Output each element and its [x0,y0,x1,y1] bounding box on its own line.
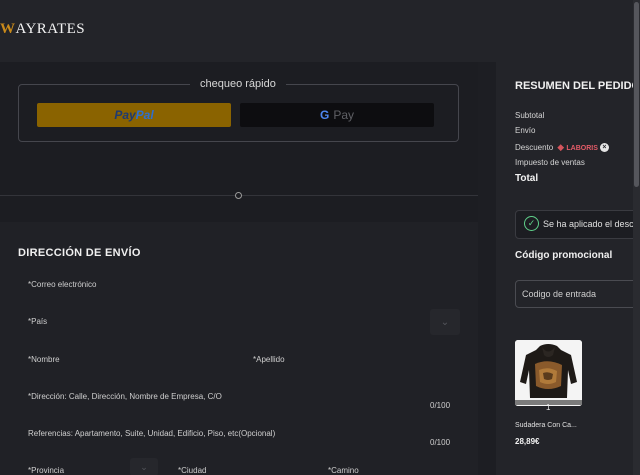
address-field[interactable]: *Dirección: Calle, Dirección, Nombre de … [28,392,222,401]
road-select[interactable]: *Camino [328,466,359,475]
logo-initial: W [0,21,16,37]
order-summary-panel [496,62,640,475]
email-field[interactable]: *Correo electrónico [28,280,96,289]
google-g-icon: G [319,108,330,122]
scrollbar-thumb[interactable] [634,2,639,187]
shipping-title: DIRECCIÓN DE ENVÍO [18,247,141,259]
discount-row: Descuento ◆ LABORIS × [515,142,609,153]
chevron-down-icon[interactable]: ⌄ [430,309,460,335]
address-char-count: 0/100 [430,401,451,410]
express-checkout-title: chequeo rápido [190,78,286,90]
discount-code-badge: LABORIS [566,145,598,152]
discount-applied-text: Se ha aplicado el descuento [543,219,640,229]
references-char-count: 0/100 [430,438,451,447]
tag-icon: ◆ [557,142,565,152]
divider-dot-icon [235,192,242,199]
paypal-button[interactable]: Pay Pal [37,103,231,127]
province-chevron-icon[interactable]: ⌄ [130,458,158,475]
promo-code-title: Código promocional [515,250,613,261]
shipping-cost-label: Envío [515,126,536,135]
order-summary-title: RESUMEN DEL PEDIDO [515,80,640,92]
hoodie-image-icon [515,340,582,406]
paypal-text-pal: Pal [135,108,154,122]
check-circle-icon: ✓ [524,216,539,231]
remove-discount-icon[interactable]: × [599,143,609,153]
first-name-field[interactable]: *Nombre [28,355,60,364]
province-select[interactable]: *Provincia [28,466,64,475]
references-field[interactable]: Referencias: Apartamento, Suite, Unidad,… [28,429,275,438]
logo-text: AYRATES [15,21,86,37]
subtotal-label: Subtotal [515,111,545,120]
city-select[interactable]: *Ciudad [178,466,206,475]
discount-label: Descuento [515,143,554,152]
promo-code-placeholder: Codigo de entrada [522,289,597,299]
brand-logo[interactable]: WAYRATES [0,21,85,38]
product-quantity: 1 [546,403,551,412]
last-name-field[interactable]: *Apellido [253,355,285,364]
google-pay-label: Pay [333,108,355,122]
sales-tax-label: Impuesto de ventas [515,158,585,167]
product-thumbnail[interactable] [515,340,582,406]
product-name[interactable]: Sudadera Con Ca... [515,422,577,429]
product-price: 28,89€ [515,437,540,446]
country-select[interactable]: *País [28,317,47,326]
paypal-text-pay: Pay [114,108,136,122]
site-header: WAYRATES [0,0,640,62]
total-label: Total [515,173,539,184]
google-pay-button[interactable]: G Pay [240,103,434,127]
